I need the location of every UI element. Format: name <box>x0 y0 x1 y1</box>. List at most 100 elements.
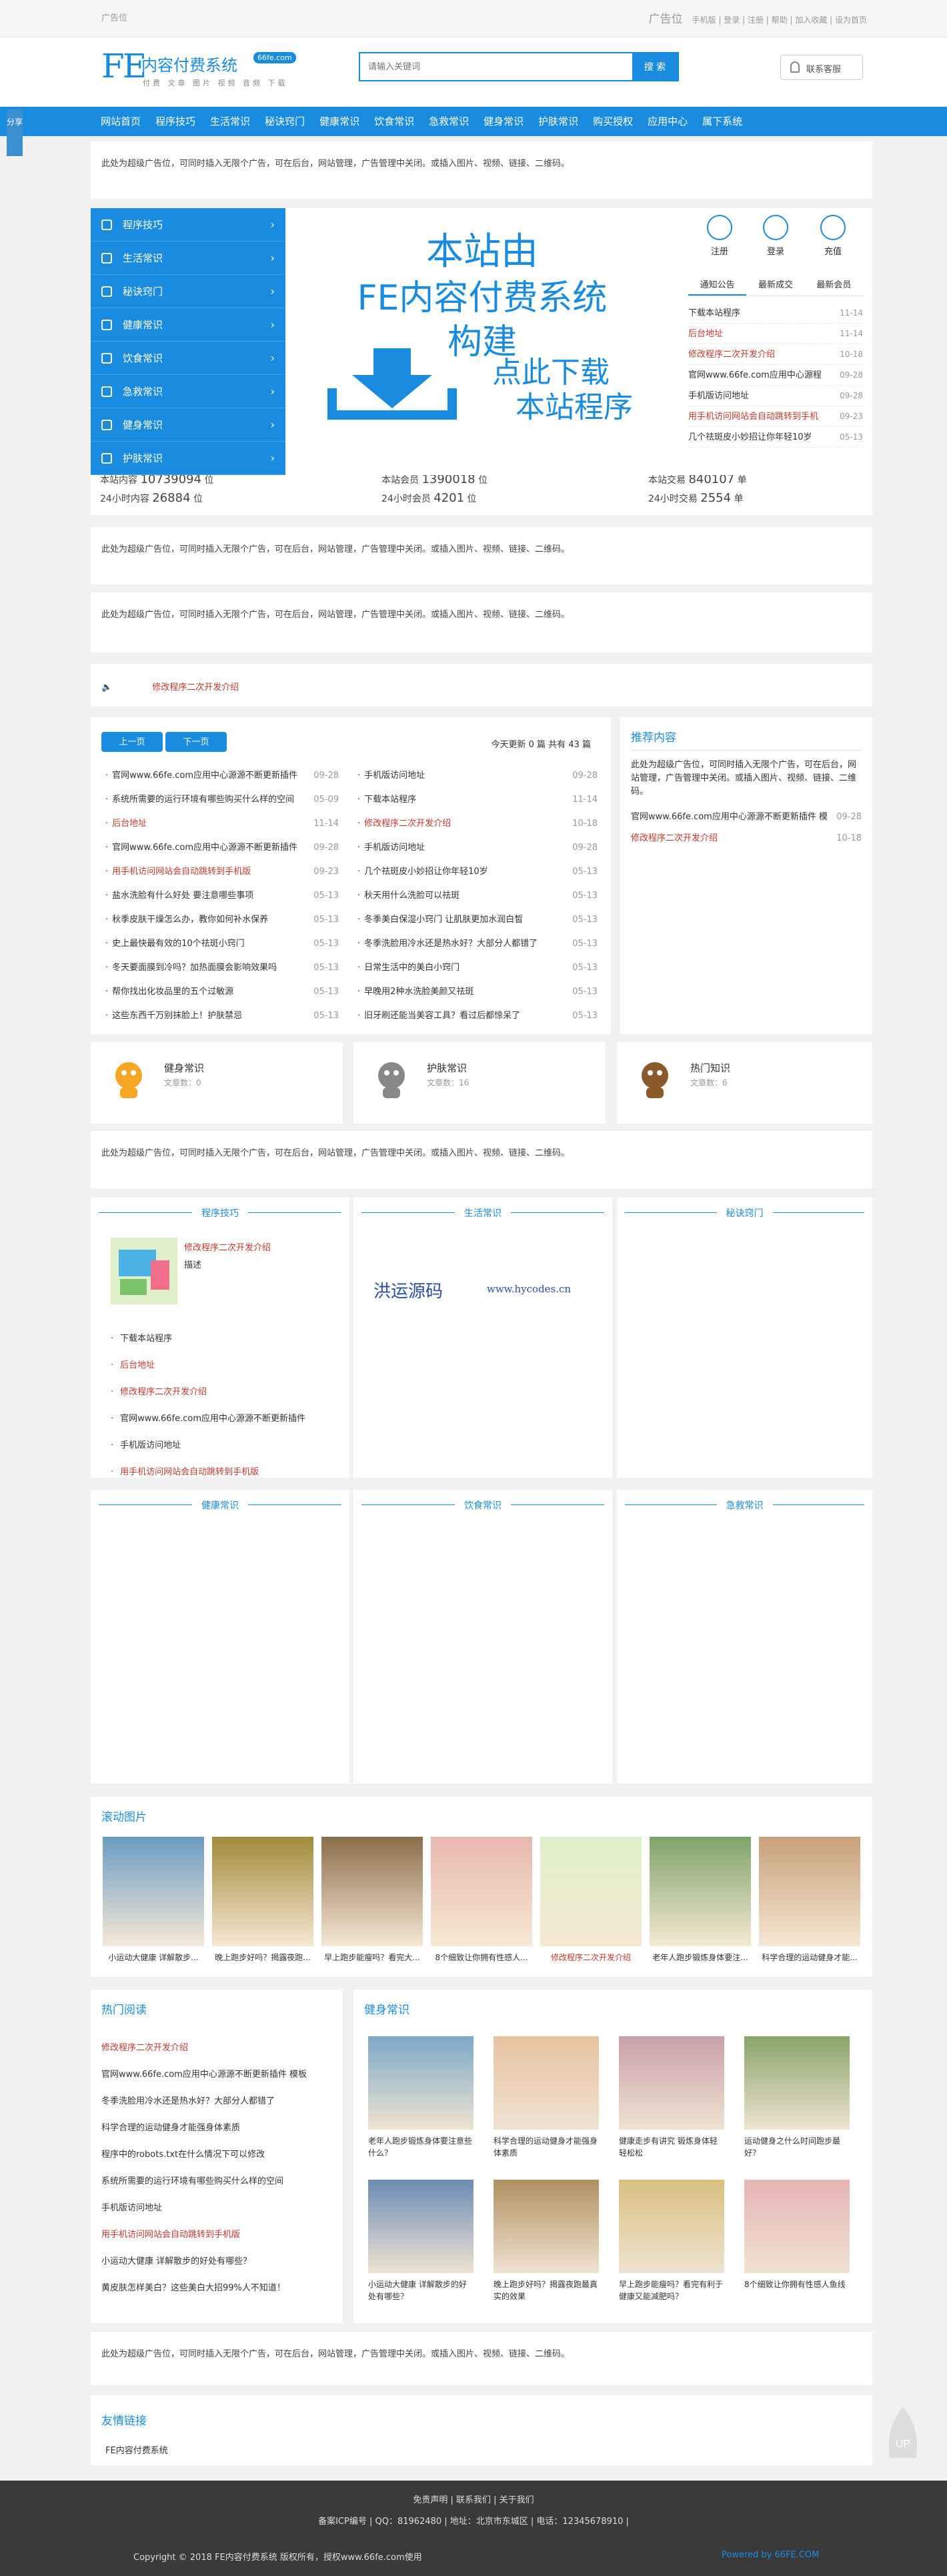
list-item[interactable]: 修改程序二次开发介绍 10-18 <box>357 812 598 836</box>
hot-item[interactable]: 科学合理的运动健身才能强身体素质 <box>101 2115 307 2142</box>
gallery-item[interactable]: 修改程序二次开发介绍 <box>540 1837 642 1962</box>
gallery-image[interactable] <box>540 1837 642 1946</box>
list-item[interactable]: 手机版访问地址 09-28 <box>357 764 598 788</box>
list-item[interactable]: 帮你找出化妆品里的五个过敏源 05-13 <box>105 980 339 1004</box>
notice-bar-title[interactable]: 修改程序二次开发介绍 <box>152 683 239 693</box>
column-title[interactable]: 秘诀窍门 <box>716 1206 773 1220</box>
list-item[interactable]: 盐水洗脸有什么好处 要注意哪些事项 05-13 <box>105 884 339 908</box>
nav-item[interactable]: 健康常识 <box>312 107 367 136</box>
column-list-item[interactable]: 后台地址 <box>111 1352 305 1379</box>
back-to-top-button[interactable]: UP <box>878 2405 928 2469</box>
gallery-item[interactable]: 老年人跑步锻炼身体要注... <box>650 1837 751 1962</box>
gallery-caption[interactable]: 晚上跑步好吗？揭露夜跑... <box>212 1952 313 1963</box>
top-right-ad[interactable]: 广告位 <box>649 13 683 26</box>
notice-item[interactable]: 官网www.66fe.com应用中心源程 09-28 <box>688 365 863 386</box>
list-item[interactable]: 秋天用什么洗脸可以祛斑 05-13 <box>357 884 598 908</box>
hot-item[interactable]: 用手机访问网站会自动跳转到手机版 <box>101 2222 307 2248</box>
menu-item[interactable]: 饮食常识 › <box>91 342 285 375</box>
category-card[interactable]: 健身常识 文章数：0 <box>91 1042 343 1124</box>
link-item[interactable]: FE内容付费系统 <box>105 2443 168 2456</box>
fitness-image[interactable] <box>619 2036 724 2130</box>
list-item[interactable]: 官网www.66fe.com应用中心源源不断更新插件 09-28 <box>105 836 339 860</box>
menu-item[interactable]: 秘诀窍门 › <box>91 275 285 308</box>
tab[interactable]: 最新会员 <box>805 275 863 296</box>
banner[interactable]: 本站由 FE内容付费系统 构建 点此下载 本站程序 <box>285 208 679 475</box>
list-item[interactable]: 旧牙刷还能当美容工具？看过后都惊呆了 05-13 <box>357 1004 598 1028</box>
gallery-caption[interactable]: 小运动大健康 详解散步... <box>103 1952 204 1963</box>
menu-item[interactable]: 程序技巧 › <box>91 208 285 242</box>
register-button[interactable]: 注册 <box>696 215 743 257</box>
top-ad[interactable]: 广告位 <box>101 11 127 23</box>
fitness-caption[interactable]: 健康走步有讲究 锻炼身体轻轻松松 <box>619 2135 724 2159</box>
gallery-item[interactable]: 科学合理的运动健身才能... <box>759 1837 860 1962</box>
recharge-button[interactable]: 充值 <box>810 215 856 257</box>
fitness-item[interactable]: 老年人跑步锻炼身体要注意些什么？ <box>368 2036 474 2159</box>
nav-item[interactable]: 属下系统 <box>695 107 750 136</box>
column-title[interactable]: 生活常识 <box>455 1206 511 1220</box>
column-list-item[interactable]: 下载本站程序 <box>111 1326 305 1352</box>
nav-item[interactable]: 网站首页 <box>93 107 148 136</box>
menu-item[interactable]: 生活常识 › <box>91 242 285 275</box>
notice-item[interactable]: 后台地址 11-14 <box>688 324 863 344</box>
feature-title[interactable]: 修改程序二次开发介绍 <box>184 1240 271 1253</box>
menu-item[interactable]: 健身常识 › <box>91 408 285 442</box>
gallery-item[interactable]: 早上跑步能瘦吗？看完大... <box>321 1837 423 1962</box>
tab[interactable]: 通知公告 <box>688 275 747 296</box>
menu-item[interactable]: 健康常识 › <box>91 308 285 342</box>
nav-item[interactable]: 饮食常识 <box>367 107 421 136</box>
fitness-image[interactable] <box>619 2180 724 2273</box>
column-title[interactable]: 急救常识 <box>716 1498 773 1512</box>
tab[interactable]: 最新成交 <box>746 275 804 296</box>
category-card[interactable]: 热门知识 文章数：6 <box>617 1042 872 1124</box>
fitness-caption[interactable]: 早上跑步能瘦吗？看完有利于健康又能减肥吗？ <box>619 2278 724 2302</box>
nav-item[interactable]: 急救常识 <box>421 107 476 136</box>
list-item[interactable]: 冬季美白保湿小窍门 让肌肤更加水润白皙 05-13 <box>357 908 598 932</box>
fitness-item[interactable]: 晚上跑步好吗？揭露夜跑最真实的效果 <box>494 2180 599 2302</box>
notice-item[interactable]: 修改程序二次开发介绍 10-18 <box>688 344 863 365</box>
fitness-image[interactable] <box>494 2036 599 2130</box>
prev-page-button[interactable]: 上一页 <box>101 732 163 752</box>
share-tab[interactable]: 分享 <box>7 109 23 156</box>
gallery-item[interactable]: 8个细致让你拥有性感人... <box>431 1837 532 1962</box>
nav-item[interactable]: 程序技巧 <box>148 107 203 136</box>
notice-item[interactable]: 下载本站程序 11-14 <box>688 303 863 324</box>
nav-item[interactable]: 秘诀窍门 <box>257 107 312 136</box>
gallery-caption[interactable]: 科学合理的运动健身才能... <box>759 1952 860 1963</box>
gallery-image[interactable] <box>103 1837 204 1946</box>
hot-item[interactable]: 官网www.66fe.com应用中心源源不断更新插件 模板 <box>101 2062 307 2088</box>
fitness-caption[interactable]: 晚上跑步好吗？揭露夜跑最真实的效果 <box>494 2278 599 2302</box>
column-title[interactable]: 饮食常识 <box>455 1498 511 1512</box>
category-card[interactable]: 护肤常识 文章数：16 <box>353 1042 606 1124</box>
list-item[interactable]: 这些东西千万别抹脸上！护肤禁忌 05-13 <box>105 1004 339 1028</box>
search-input[interactable] <box>360 53 634 80</box>
hot-item[interactable]: 黄皮肤怎样美白？这些美白大招99%人不知道！ <box>101 2275 307 2302</box>
gallery-image[interactable] <box>431 1837 532 1946</box>
logo[interactable]: FE 内容付费系统 66fe.com 付费 文章 图片 视频 音频 下载 <box>101 47 308 95</box>
list-item[interactable]: 系统所需要的运行环境有哪些购买什么样的空间 05-09 <box>105 788 339 812</box>
fitness-caption[interactable]: 科学合理的运动健身才能强身体素质 <box>494 2135 599 2159</box>
hot-item[interactable]: 程序中的robots.txt在什么情况下可以修改 <box>101 2142 307 2168</box>
hot-item[interactable]: 小运动大健康 详解散步的好处有哪些？ <box>101 2248 307 2275</box>
notice-item[interactable]: 手机版访问地址 09-28 <box>688 386 863 406</box>
column-list-item[interactable]: 修改程序二次开发介绍 <box>111 1379 305 1406</box>
gallery-caption[interactable]: 老年人跑步锻炼身体要注... <box>650 1952 751 1963</box>
column-list-item[interactable]: 官网www.66fe.com应用中心源源不断更新插件 <box>111 1406 305 1432</box>
recommend-item[interactable]: 修改程序二次开发介绍 10-18 <box>631 828 862 849</box>
notice-item[interactable]: 几个祛斑皮小妙招让你年轻10岁 05-13 <box>688 427 863 448</box>
list-item[interactable]: 史上最快最有效的10个祛斑小窍门 05-13 <box>105 932 339 956</box>
powered-by[interactable]: Powered by 66FE.COM <box>722 2550 819 2560</box>
contact-button[interactable]: 联系客服 <box>780 55 863 80</box>
fitness-image[interactable] <box>494 2180 599 2273</box>
fitness-caption[interactable]: 小运动大健康 详解散步的好处有哪些？ <box>368 2278 474 2302</box>
feature-thumbnail[interactable] <box>111 1238 177 1304</box>
gallery-image[interactable] <box>212 1837 313 1946</box>
fitness-image[interactable] <box>368 2036 474 2130</box>
list-item[interactable]: 秋季皮肤干燥怎么办，教你如何补水保养 05-13 <box>105 908 339 932</box>
notice-item[interactable]: 用手机访问网站会自动跳转到手机 09-23 <box>688 406 863 427</box>
fitness-caption[interactable]: 运动健身之什么时间跑步最好？ <box>744 2135 850 2159</box>
hot-item[interactable]: 冬季洗脸用冷水还是热水好？大部分人都错了 <box>101 2088 307 2115</box>
column-title[interactable]: 程序技巧 <box>192 1206 248 1220</box>
gallery-image[interactable] <box>321 1837 423 1946</box>
fitness-item[interactable]: 运动健身之什么时间跑步最好？ <box>744 2036 850 2159</box>
list-item[interactable]: 冬天要面膜到冷吗？加热面膜会影响效果吗 05-13 <box>105 956 339 980</box>
